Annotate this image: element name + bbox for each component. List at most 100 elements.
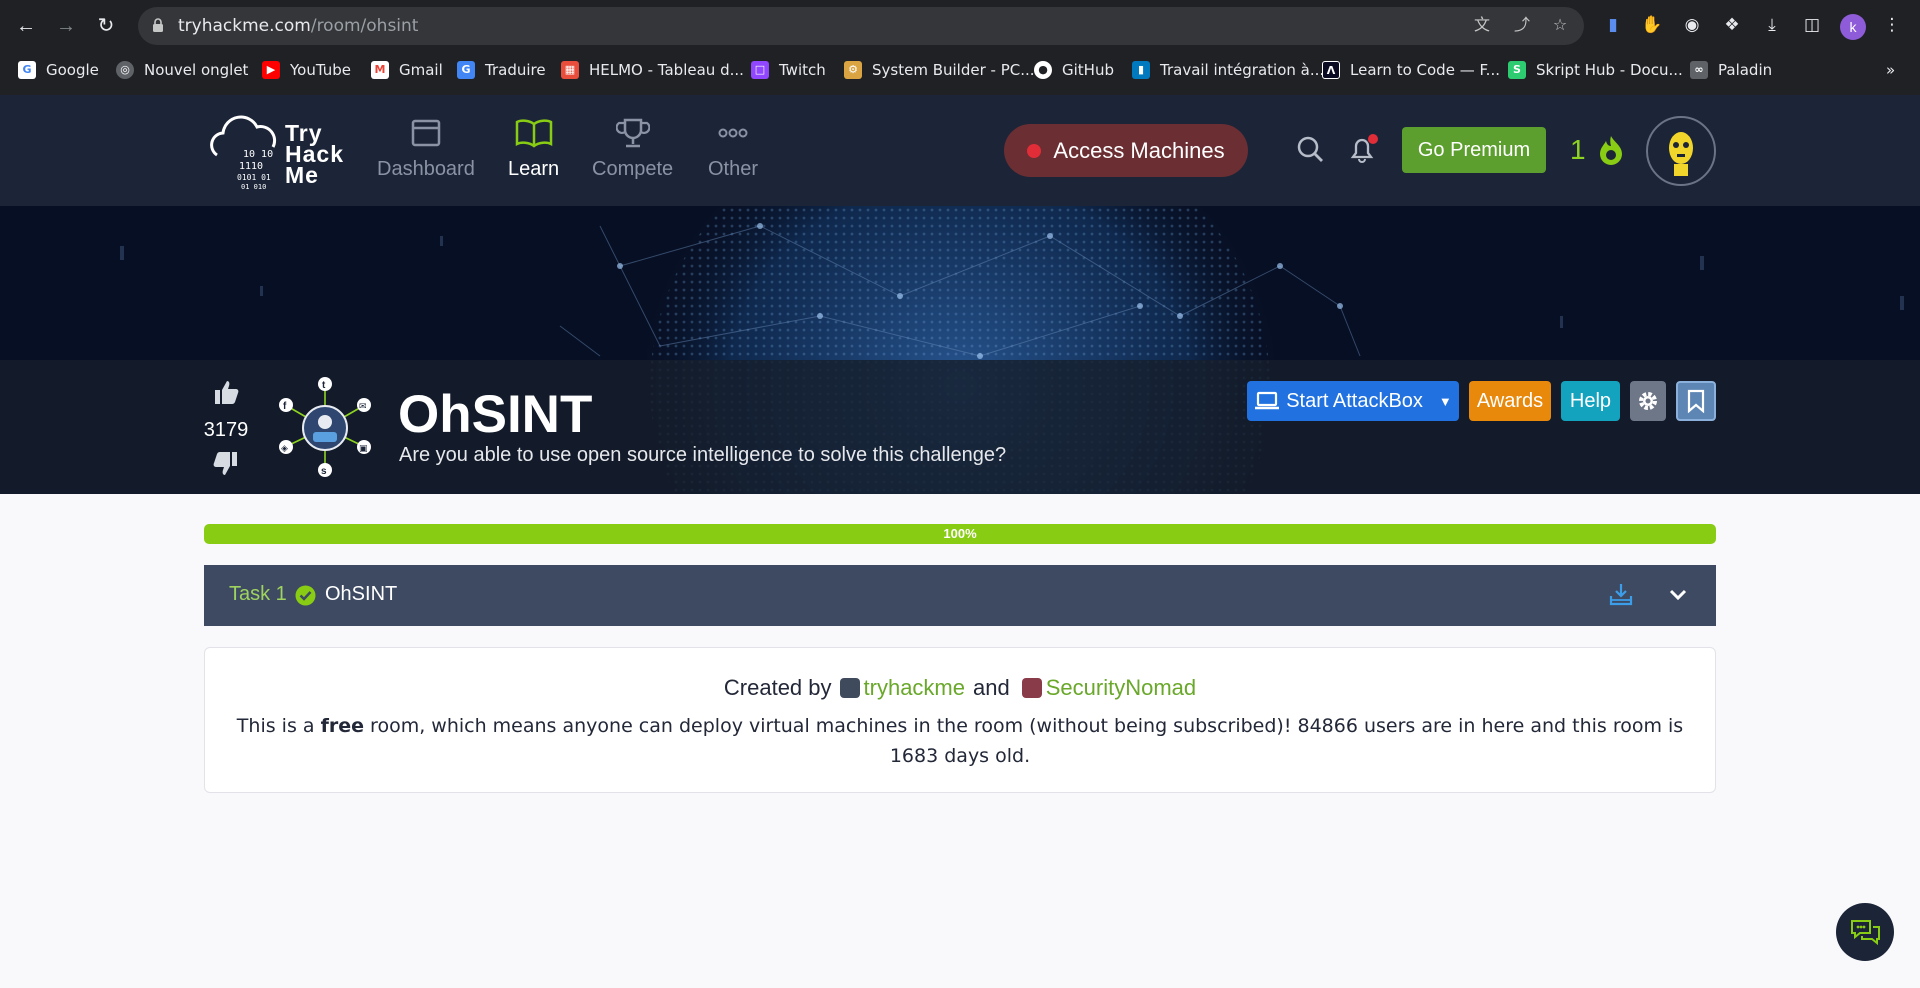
search-icon[interactable] [1296, 135, 1324, 163]
twitch-icon: □ [751, 61, 769, 79]
pcpart-icon: ⚙ [844, 61, 862, 79]
thumbs-down-icon[interactable] [212, 450, 240, 478]
bookmark-trello[interactable]: ▮ Travail intégration à... [1132, 56, 1324, 84]
more-bookmarks-button[interactable]: » [1886, 56, 1895, 84]
bitwarden-extension-icon[interactable]: ▮ [1601, 13, 1625, 37]
bookmark-helmo[interactable]: ▦ HELMO - Tableau d... [561, 56, 744, 84]
author-link-securitynomad[interactable]: SecurityNomad [1046, 675, 1196, 701]
room-banner: 3179 t f ✉ ◈ ▣ s OhSINT Are you able to … [0, 206, 1920, 494]
svg-text:01 010: 01 010 [241, 183, 266, 191]
site-navbar: 10 10 1110 0101 01 01 010 Try Hack Me Dash… [0, 95, 1920, 206]
task-number: Task 1 [229, 583, 287, 605]
download-icon[interactable]: ⤓ [1760, 13, 1784, 37]
fire-streak-icon [1599, 136, 1622, 165]
author-avatar [1021, 678, 1042, 698]
bookmark-nouvel-onglet[interactable]: ◎ Nouvel onglet [116, 56, 248, 84]
status-dot [1027, 143, 1042, 158]
room-progress-bar: 100% [204, 524, 1716, 544]
browser-chrome: ← → ↻ tryhackme.com/room/ohsint 文 ⤴ ☆ ▮ … [0, 0, 1920, 95]
chat-support-button[interactable] [1836, 903, 1894, 961]
nav-learn[interactable]: Learn [508, 115, 559, 181]
lock-icon [153, 18, 163, 32]
side-panel-icon[interactable]: ◫ [1800, 13, 1824, 37]
settings-button[interactable] [1630, 381, 1666, 421]
nav-dashboard[interactable]: Dashboard [377, 115, 475, 181]
bookmark-button[interactable] [1676, 381, 1716, 421]
translate-icon: G [457, 61, 475, 79]
cloud-logo-icon: 10 10 1110 0101 01 01 010 [210, 115, 277, 191]
nav-compete[interactable]: Compete [592, 115, 673, 181]
reload-icon[interactable]: ↻ [92, 12, 120, 40]
book-icon [515, 119, 552, 148]
youtube-icon: ▶ [262, 61, 280, 79]
helmo-icon: ▦ [561, 61, 579, 79]
bookmark-google[interactable]: G Google [18, 56, 99, 84]
vote-box: 3179 [202, 378, 250, 483]
bookmark-twitch[interactable]: □ Twitch [751, 56, 826, 84]
trophy-icon [615, 118, 650, 148]
bookmark-system-builder[interactable]: ⚙ System Builder - PC... [844, 56, 1035, 84]
svg-text:▣: ▣ [359, 443, 368, 453]
logo-wordmark: Try Hack Me [285, 120, 344, 188]
puzzle-extensions-icon[interactable]: ❖ [1720, 13, 1744, 37]
notification-bell-icon[interactable] [1347, 133, 1379, 165]
bookmark-gmail[interactable]: M Gmail [371, 56, 443, 84]
awards-button[interactable]: Awards [1469, 381, 1551, 421]
url-text: tryhackme.com/room/ohsint [178, 16, 419, 36]
chat-icon [1851, 920, 1880, 946]
streak-counter[interactable]: 1 [1570, 133, 1628, 167]
room-info-card: Created by tryhackme and SecurityNomad T… [204, 647, 1716, 793]
back-icon[interactable]: ← [12, 12, 40, 40]
freecodecamp-icon: Λ [1322, 61, 1340, 79]
tryhackme-logo[interactable]: 10 10 1110 0101 01 01 010 Try Hack Me [203, 109, 353, 191]
download-task-files-icon[interactable] [1608, 582, 1634, 608]
omnibox[interactable]: tryhackme.com/room/ohsint 文 ⤴ ☆ [138, 7, 1584, 45]
go-premium-button[interactable]: Go Premium [1402, 127, 1546, 173]
trello-icon: ▮ [1132, 61, 1150, 79]
share-icon[interactable]: ⤴ [1512, 16, 1532, 36]
room-logo-icon: t f ✉ ◈ ▣ s [279, 377, 371, 477]
nav-other[interactable]: Other [708, 115, 758, 181]
bookmark-skript-hub[interactable]: S Skript Hub - Docu... [1508, 56, 1683, 84]
bookmark-freecodecamp[interactable]: Λ Learn to Code — F... [1322, 56, 1500, 84]
laptop-icon [1255, 391, 1280, 410]
thumbs-up-icon[interactable] [212, 378, 240, 406]
star-icon[interactable]: ☆ [1550, 16, 1570, 36]
svg-text:◈: ◈ [281, 443, 288, 453]
translate-page-icon[interactable]: 文 [1472, 16, 1492, 36]
bookmark-traduire[interactable]: G Traduire [457, 56, 546, 84]
bookmark-icon [1687, 389, 1705, 413]
access-machines-button[interactable]: Access Machines [1004, 124, 1248, 177]
ublock-extension-icon[interactable]: ✋ [1640, 13, 1664, 37]
room-description: Are you able to use open source intellig… [399, 444, 1007, 466]
chevron-down-icon[interactable] [1668, 585, 1688, 605]
start-attackbox-button[interactable]: Start AttackBox ▼ [1247, 381, 1459, 421]
gmail-icon: M [371, 61, 389, 79]
svg-text:✉: ✉ [359, 401, 367, 411]
task-header[interactable]: Task 1 OhSINT [204, 565, 1716, 626]
caret-down-icon[interactable]: ▼ [1439, 394, 1452, 409]
profile-avatar[interactable]: k [1840, 14, 1866, 40]
dashboard-icon [411, 119, 441, 147]
skripthub-icon: S [1508, 61, 1526, 79]
author-link-tryhackme[interactable]: tryhackme [864, 675, 965, 701]
room-access-description: This is a free room, which means anyone … [236, 715, 1684, 767]
menu-kebab-icon[interactable]: ⋮ [1880, 13, 1904, 37]
author-avatar [839, 678, 860, 698]
vote-count: 3179 [203, 419, 249, 441]
paladin-icon: ∞ [1690, 61, 1708, 79]
svg-text:10 10: 10 10 [243, 149, 273, 160]
created-by-line: Created by tryhackme and SecurityNomad [723, 675, 1197, 701]
svg-text:1110: 1110 [239, 161, 263, 172]
room-title: OhSINT [398, 385, 593, 444]
help-button[interactable]: Help [1561, 381, 1620, 421]
progress-fill: 100% [204, 524, 1716, 544]
google-icon: G [18, 61, 36, 79]
bookmark-youtube[interactable]: ▶ YouTube [262, 56, 351, 84]
bookmark-github[interactable]: ● GitHub [1034, 56, 1114, 84]
forward-icon[interactable]: → [52, 12, 80, 40]
extension-icon[interactable]: ◉ [1680, 13, 1704, 37]
user-avatar[interactable] [1646, 116, 1716, 186]
address-bar-row: ← → ↻ tryhackme.com/room/ohsint 文 ⤴ ☆ ▮ … [0, 0, 1920, 52]
bookmark-paladin[interactable]: ∞ Paladin [1690, 56, 1772, 84]
